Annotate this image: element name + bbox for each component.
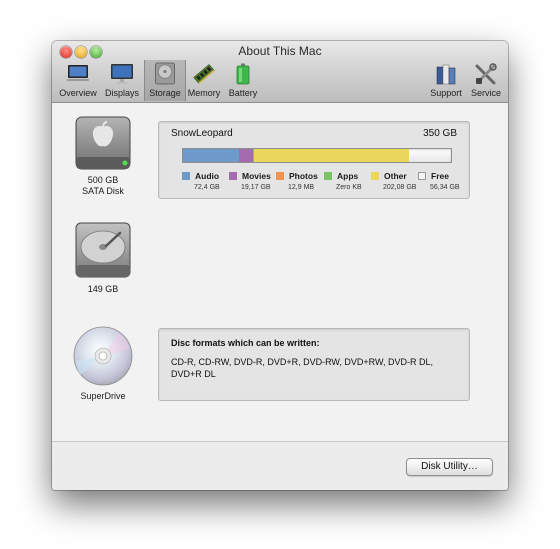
legend-name-apps: Apps <box>337 171 359 181</box>
legend-swatch-other <box>371 172 379 180</box>
disk-utility-button[interactable]: Disk Utility… <box>406 458 493 476</box>
device-sata-disk[interactable]: 500 GB SATA Disk <box>68 115 138 197</box>
tab-memory-label: Memory <box>187 88 221 98</box>
tab-battery[interactable]: Battery <box>226 61 260 101</box>
tab-storage[interactable]: Storage <box>144 60 186 101</box>
legend-name-movies: Movies <box>242 171 271 181</box>
legend-swatch-audio <box>182 172 190 180</box>
support-books-icon <box>436 64 456 85</box>
bottom-bar: Disk Utility… <box>52 441 508 490</box>
title-bar: About This Mac Overview Displays Storage… <box>52 41 508 103</box>
device-superdrive[interactable]: SuperDrive <box>68 325 138 411</box>
device-disk-149[interactable]: 149 GB <box>68 221 138 303</box>
legend-name-audio: Audio <box>195 171 220 181</box>
about-this-mac-window: About This Mac Overview Displays Storage… <box>52 41 508 490</box>
optical-disc-icon <box>73 326 133 386</box>
legend-name-photos: Photos <box>289 171 318 181</box>
legend-size-other: 202,08 GB <box>383 184 417 191</box>
tab-memory[interactable]: Memory <box>185 61 223 101</box>
usage-segment-audio <box>183 149 240 162</box>
legend-size-movies: 19,17 GB <box>241 184 271 191</box>
tab-battery-label: Battery <box>228 88 258 98</box>
tab-overview[interactable]: Overview <box>57 61 99 101</box>
hard-drive-icon <box>75 116 131 170</box>
tab-displays[interactable]: Displays <box>102 61 142 101</box>
tab-overview-label: Overview <box>59 88 97 98</box>
storage-content: 500 GB SATA Disk SnowLeopard 350 GB Audi… <box>52 103 508 441</box>
legend-name-free: Free <box>431 171 449 181</box>
volume-name: SnowLeopard <box>171 128 233 139</box>
legend-size-apps: Zero KB <box>336 184 362 191</box>
tab-service-label: Service <box>470 88 501 98</box>
legend-size-free: 56,34 GB <box>430 184 460 191</box>
battery-icon <box>236 63 250 85</box>
legend-swatch-free <box>418 172 426 180</box>
legend-size-photos: 12,9 MB <box>288 184 315 191</box>
display-icon <box>111 64 133 84</box>
service-tools-icon <box>475 63 497 85</box>
tab-storage-label: Storage <box>149 88 181 98</box>
window-title: About This Mac <box>238 44 322 58</box>
legend-name-other: Other <box>384 171 407 181</box>
tab-support[interactable]: Support <box>426 61 466 101</box>
device-size-label: 500 GB <box>87 175 119 185</box>
monitor-icon <box>67 65 89 81</box>
legend-swatch-photos <box>276 172 284 180</box>
device-type-label: SATA Disk <box>82 186 124 196</box>
device-name-label: SuperDrive <box>80 391 126 401</box>
disc-formats-panel: Disc formats which can be written: CD-R,… <box>158 328 470 401</box>
volume-capacity: 350 GB <box>423 128 457 139</box>
hard-drive-icon <box>75 222 131 278</box>
legend-swatch-apps <box>324 172 332 180</box>
memory-chip-icon <box>193 64 215 84</box>
storage-usage-bar <box>182 148 452 163</box>
volume-info-panel: SnowLeopard 350 GB Audio 72,4 GB Movies … <box>158 121 470 199</box>
disc-formats-line1: CD-R, CD-RW, DVD-R, DVD+R, DVD-RW, DVD+R… <box>171 357 434 367</box>
tab-support-label: Support <box>430 88 462 98</box>
usage-segment-other <box>254 149 410 162</box>
tab-service[interactable]: Service <box>467 61 505 101</box>
usage-segment-movies <box>239 149 253 162</box>
disc-formats-heading: Disc formats which can be written: <box>171 338 320 348</box>
legend-size-audio: 72,4 GB <box>194 184 220 191</box>
legend-swatch-movies <box>229 172 237 180</box>
tab-displays-label: Displays <box>104 88 139 98</box>
device-size-label: 149 GB <box>87 284 119 294</box>
hard-drive-icon <box>155 62 175 85</box>
disc-formats-line2: DVD+R DL <box>171 369 216 379</box>
